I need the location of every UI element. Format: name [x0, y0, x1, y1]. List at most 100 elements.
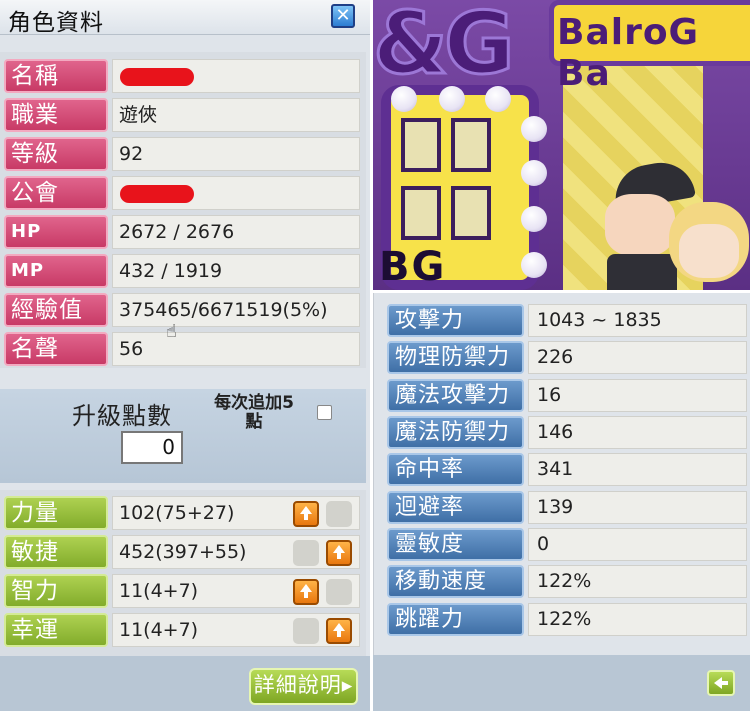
light-bulb [521, 160, 547, 186]
ability-point-value: 0 [121, 431, 183, 464]
window-title: 角色資料 [8, 10, 104, 36]
detail-label: 跳躍力 [387, 603, 524, 636]
hand-cursor-icon: ☝ [166, 321, 177, 342]
stat-label: 敏捷 [4, 535, 108, 569]
detail-label: 靈敏度 [387, 528, 524, 561]
detail-stats-window: &G BalroG Ba BG 攻擊力 1043 ~ 1835 物理防禦力 22… [373, 0, 750, 711]
info-label: MP [4, 254, 108, 288]
info-value-name [112, 59, 360, 93]
character-body [607, 254, 677, 290]
detail-label: 命中率 [387, 453, 524, 486]
light-bulb [485, 86, 511, 112]
info-value: 432 / 1919 [112, 254, 360, 288]
info-label: 職業 [4, 98, 108, 132]
str-up-arrow-icon[interactable] [293, 501, 319, 527]
stat-value: 452(397+55) [112, 535, 360, 569]
info-value: 56 [112, 332, 360, 366]
light-bulb [391, 86, 417, 112]
stat-label: 智力 [4, 574, 108, 608]
light-bulb [521, 252, 547, 278]
close-icon[interactable]: ✕ [331, 4, 355, 28]
info-label: 公會 [4, 176, 108, 210]
game-scene: &G BalroG Ba BG [373, 0, 750, 290]
detail-value: 1043 ~ 1835 [528, 304, 747, 337]
info-row-hp: HP 2672 / 2676 [4, 215, 360, 251]
info-value: 遊俠 [112, 98, 360, 132]
detail-button[interactable]: 詳細說明▸ [249, 668, 358, 705]
back-arrow-icon[interactable] [707, 670, 735, 696]
info-row-job: 職業 遊俠 [4, 98, 360, 134]
info-row-guild: 公會 [4, 176, 360, 212]
detail-row-attack: 攻擊力 1043 ~ 1835 [387, 304, 747, 338]
window-pane [401, 186, 441, 240]
ability-point-section [0, 389, 366, 483]
detail-value: 341 [528, 453, 747, 486]
store-sign-text: BalroG Ba [557, 12, 700, 94]
detail-row-speed: 移動速度 122% [387, 565, 747, 599]
info-row-fame: 名聲 56 [4, 332, 360, 368]
detail-label: 移動速度 [387, 565, 524, 598]
redaction-mark [120, 184, 194, 203]
light-bulb [521, 206, 547, 232]
detail-value: 122% [528, 565, 747, 598]
int-up-arrow-icon[interactable] [293, 579, 319, 605]
ability-point-label: 升級點數 [72, 402, 172, 430]
info-value: 92 [112, 137, 360, 171]
character-face [605, 194, 675, 256]
info-label: HP [4, 215, 108, 249]
detail-row-jump: 跳躍力 122% [387, 603, 747, 637]
stat-label: 力量 [4, 496, 108, 530]
window-pane [451, 186, 491, 240]
detail-row-magic-def: 魔法防禦力 146 [387, 416, 747, 450]
info-row-level: 等級 92 [4, 137, 360, 173]
light-bulb [521, 116, 547, 142]
info-label: 經驗值 [4, 293, 108, 327]
info-value-guild [112, 176, 360, 210]
title-bar[interactable]: 角色資料 ✕ [0, 0, 370, 36]
info-label: 名聲 [4, 332, 108, 366]
frame-letters: BG [379, 244, 447, 290]
detail-label: 迴避率 [387, 491, 524, 524]
stat-value: 102(75+27) [112, 496, 360, 530]
info-row-mp: MP 432 / 1919 [4, 254, 360, 290]
luk-up-arrow-icon[interactable] [326, 618, 352, 644]
detail-value: 0 [528, 528, 747, 561]
info-row-exp: 經驗值 375465/6671519(5%) [4, 293, 360, 329]
detail-row-hands: 靈敏度 0 [387, 528, 747, 562]
store-logo-letters: &G [373, 0, 516, 96]
info-value: 375465/6671519(5%) [112, 293, 360, 327]
detail-row-magic-atk: 魔法攻擊力 16 [387, 379, 747, 413]
stat-value: 11(4+7) [112, 613, 360, 647]
info-row-name: 名稱 [4, 59, 360, 95]
window-pane [451, 118, 491, 172]
detail-value: 146 [528, 416, 747, 449]
empty-slot [326, 501, 352, 527]
empty-slot [326, 579, 352, 605]
detail-label: 物理防禦力 [387, 341, 524, 374]
detail-value: 16 [528, 379, 747, 412]
detail-row-avoid: 迴避率 139 [387, 491, 747, 525]
window-pane [401, 118, 441, 172]
detail-row-phys-def: 物理防禦力 226 [387, 341, 747, 375]
add5-label: 每次追加5 點 [214, 393, 294, 432]
detail-label: 魔法攻擊力 [387, 379, 524, 412]
light-bulb [439, 86, 465, 112]
stat-value: 11(4+7) [112, 574, 360, 608]
detail-label: 魔法防禦力 [387, 416, 524, 449]
detail-value: 139 [528, 491, 747, 524]
bottom-bar [373, 655, 750, 711]
stat-label: 幸運 [4, 613, 108, 647]
info-label: 等級 [4, 137, 108, 171]
detail-row-accuracy: 命中率 341 [387, 453, 747, 487]
detail-value: 122% [528, 603, 747, 636]
empty-slot [293, 540, 319, 566]
character-face [679, 224, 739, 278]
character-info-window: 角色資料 ✕ 名稱 職業 遊俠 等級 92 公會 HP 2672 / 2676 … [0, 0, 370, 711]
empty-slot [293, 618, 319, 644]
add5-checkbox[interactable] [317, 405, 332, 420]
detail-label: 攻擊力 [387, 304, 524, 337]
detail-value: 226 [528, 341, 747, 374]
info-value: 2672 / 2676 [112, 215, 360, 249]
info-label: 名稱 [4, 59, 108, 93]
dex-up-arrow-icon[interactable] [326, 540, 352, 566]
